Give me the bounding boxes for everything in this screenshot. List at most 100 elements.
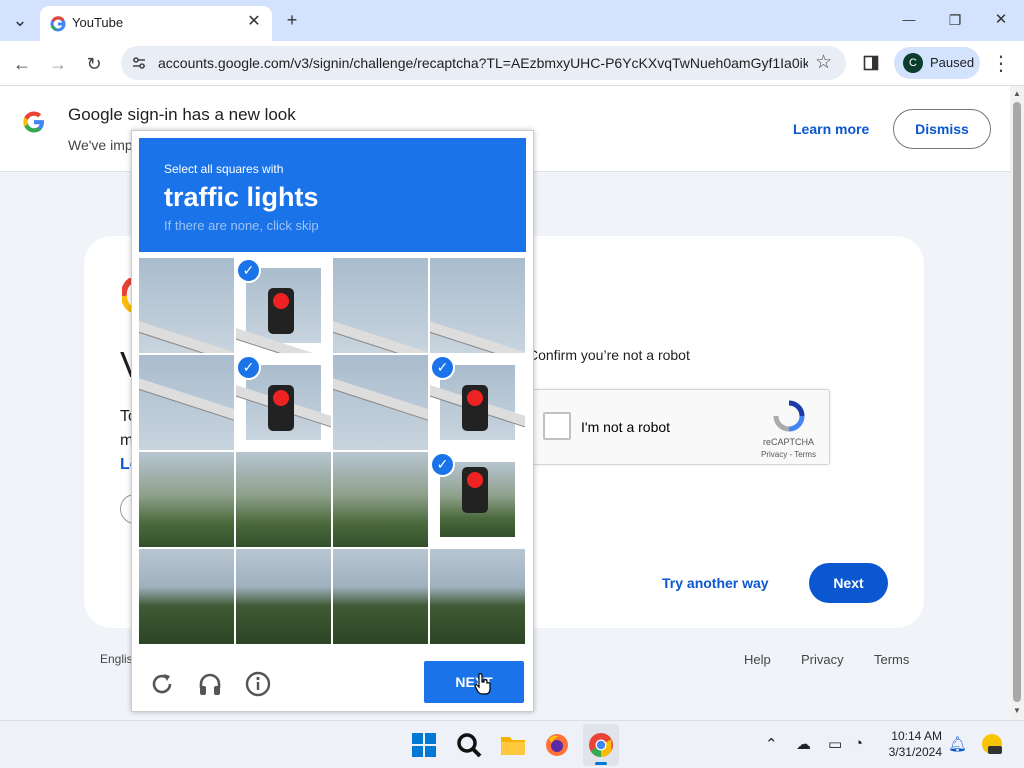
- taskbar: ⌃ ☁ ▭ ◔ 10:14 AM 3/31/2024 🔔︎: [0, 720, 1024, 768]
- scroll-up-arrow-icon[interactable]: ▲: [1012, 89, 1022, 98]
- audio-challenge-icon[interactable]: [197, 671, 223, 697]
- onedrive-offline-icon[interactable]: ☁: [796, 735, 811, 753]
- captcha-hint: If there are none, click skip: [164, 218, 319, 233]
- captcha-tile[interactable]: [333, 452, 428, 547]
- new-tab-button[interactable]: +: [280, 8, 304, 32]
- google-favicon-icon: [50, 16, 66, 32]
- display-icon[interactable]: ▭: [828, 735, 842, 753]
- traffic-pole: [430, 318, 525, 353]
- reload-button[interactable]: ↻: [81, 51, 107, 77]
- banner-title: Google sign-in has a new look: [68, 105, 296, 124]
- captcha-tile[interactable]: [430, 549, 525, 644]
- help-link[interactable]: Help: [744, 652, 771, 667]
- windows-start-icon[interactable]: [410, 731, 438, 759]
- captcha-tile[interactable]: [139, 355, 234, 450]
- profile-button[interactable]: C Paused: [894, 47, 980, 79]
- active-indicator: [595, 762, 607, 765]
- not-robot-checkbox[interactable]: [543, 412, 571, 440]
- tab-search-button[interactable]: ⌄: [8, 8, 32, 32]
- chrome-icon: [589, 733, 613, 757]
- close-window-button[interactable]: ✕: [989, 8, 1013, 32]
- tab-bar: ⌄ YouTube ✕ + — ❐ ✕: [0, 0, 1024, 41]
- close-tab-icon[interactable]: ✕: [244, 12, 264, 32]
- tile-check-icon: ✓: [236, 258, 261, 283]
- site-info-icon[interactable]: [131, 55, 147, 71]
- browser-toolbar: ← → ↻ accounts.google.com/v3/signin/chal…: [0, 41, 1024, 86]
- restore-button[interactable]: ❐: [943, 8, 967, 32]
- captcha-tile-image: [333, 258, 428, 353]
- captcha-tile[interactable]: ✓: [236, 355, 331, 450]
- notification-bell-icon[interactable]: 🔔︎: [948, 735, 967, 753]
- tab-title: YouTube: [72, 15, 124, 30]
- recaptcha-privacy-terms[interactable]: Privacy - Terms: [761, 450, 816, 459]
- network-sound-icon[interactable]: ◔: [854, 735, 863, 752]
- captcha-tile-image: [139, 258, 234, 353]
- bookmark-star-icon[interactable]: ☆: [815, 51, 832, 74]
- clock-time: 10:14 AM: [891, 729, 942, 743]
- system-clock[interactable]: 10:14 AM 3/31/2024: [884, 728, 942, 760]
- scrollbar-thumb[interactable]: [1013, 102, 1021, 702]
- traffic-light: [462, 385, 488, 431]
- tray-overflow-icon[interactable]: ⌃: [765, 735, 778, 753]
- address-bar[interactable]: accounts.google.com/v3/signin/challenge/…: [121, 46, 846, 80]
- captcha-tile[interactable]: [139, 452, 234, 547]
- captcha-image-grid: ✓ ✓ ✓ ✓: [139, 258, 526, 645]
- captcha-tile[interactable]: [430, 258, 525, 353]
- url-text: accounts.google.com/v3/signin/challenge/…: [158, 55, 808, 71]
- dismiss-button[interactable]: Dismiss: [893, 109, 991, 149]
- minimize-button[interactable]: —: [897, 8, 921, 32]
- captcha-tile-image: [430, 549, 525, 644]
- traffic-pole: [333, 318, 428, 353]
- captcha-tile-image: [139, 549, 234, 644]
- firefox-icon[interactable]: [543, 731, 571, 759]
- clock-date: 3/31/2024: [888, 745, 942, 759]
- forward-button[interactable]: →: [45, 51, 71, 77]
- red-light: [273, 293, 289, 309]
- captcha-tile[interactable]: ✓: [236, 258, 331, 353]
- red-light: [273, 390, 289, 406]
- captcha-tile[interactable]: [236, 452, 331, 547]
- profile-status: Paused: [930, 55, 975, 70]
- hand-cursor-icon: [474, 673, 491, 695]
- captcha-instruction: Select all squares with: [164, 162, 284, 176]
- captcha-tile[interactable]: [236, 549, 331, 644]
- language-selector[interactable]: Englis: [100, 652, 133, 666]
- screen: ⌄ YouTube ✕ + — ❐ ✕ ← → ↻ accounts.googl…: [0, 0, 1024, 768]
- traffic-pole: [139, 318, 234, 353]
- captcha-tile[interactable]: [333, 258, 428, 353]
- page-scrollbar[interactable]: ▲ ▼: [1010, 86, 1024, 720]
- back-button[interactable]: ←: [9, 51, 35, 77]
- search-icon[interactable]: [455, 731, 483, 759]
- terms-link[interactable]: Terms: [874, 652, 909, 667]
- reload-challenge-icon[interactable]: [149, 671, 175, 697]
- captcha-tile[interactable]: ✓: [430, 452, 525, 547]
- captcha-tile-image: [139, 452, 234, 547]
- traffic-light: [268, 288, 294, 334]
- copilot-pre-icon[interactable]: [980, 732, 1004, 756]
- chrome-taskbar-active[interactable]: [583, 724, 619, 766]
- captcha-tile[interactable]: [139, 549, 234, 644]
- captcha-tile[interactable]: ✓: [430, 355, 525, 450]
- recaptcha-logo-icon: [773, 400, 805, 432]
- signin-next-button[interactable]: Next: [809, 563, 888, 603]
- tab-youtube[interactable]: YouTube ✕: [40, 6, 272, 41]
- info-icon[interactable]: [245, 671, 271, 697]
- captcha-tile[interactable]: [139, 258, 234, 353]
- captcha-header: Select all squares with traffic lights I…: [139, 138, 526, 252]
- captcha-tile-image: [333, 452, 428, 547]
- scroll-down-arrow-icon[interactable]: ▼: [1012, 706, 1022, 715]
- recaptcha-widget: I'm not a robot reCAPTCHA Privacy - Term…: [532, 389, 830, 465]
- try-another-way-link[interactable]: Try another way: [662, 575, 769, 591]
- captcha-tile[interactable]: [333, 549, 428, 644]
- captcha-tile-image: [333, 355, 428, 450]
- captcha-tile-image: [139, 355, 234, 450]
- red-light: [467, 472, 483, 488]
- captcha-tile[interactable]: [333, 355, 428, 450]
- privacy-link[interactable]: Privacy: [801, 652, 844, 667]
- side-panel-icon[interactable]: [863, 55, 879, 71]
- file-explorer-icon[interactable]: [499, 731, 527, 759]
- browser-menu-button[interactable]: ⋮: [988, 51, 1014, 77]
- captcha-tile-image: [236, 549, 331, 644]
- learn-more-link[interactable]: Learn more: [793, 121, 869, 137]
- not-robot-label: I'm not a robot: [581, 419, 671, 435]
